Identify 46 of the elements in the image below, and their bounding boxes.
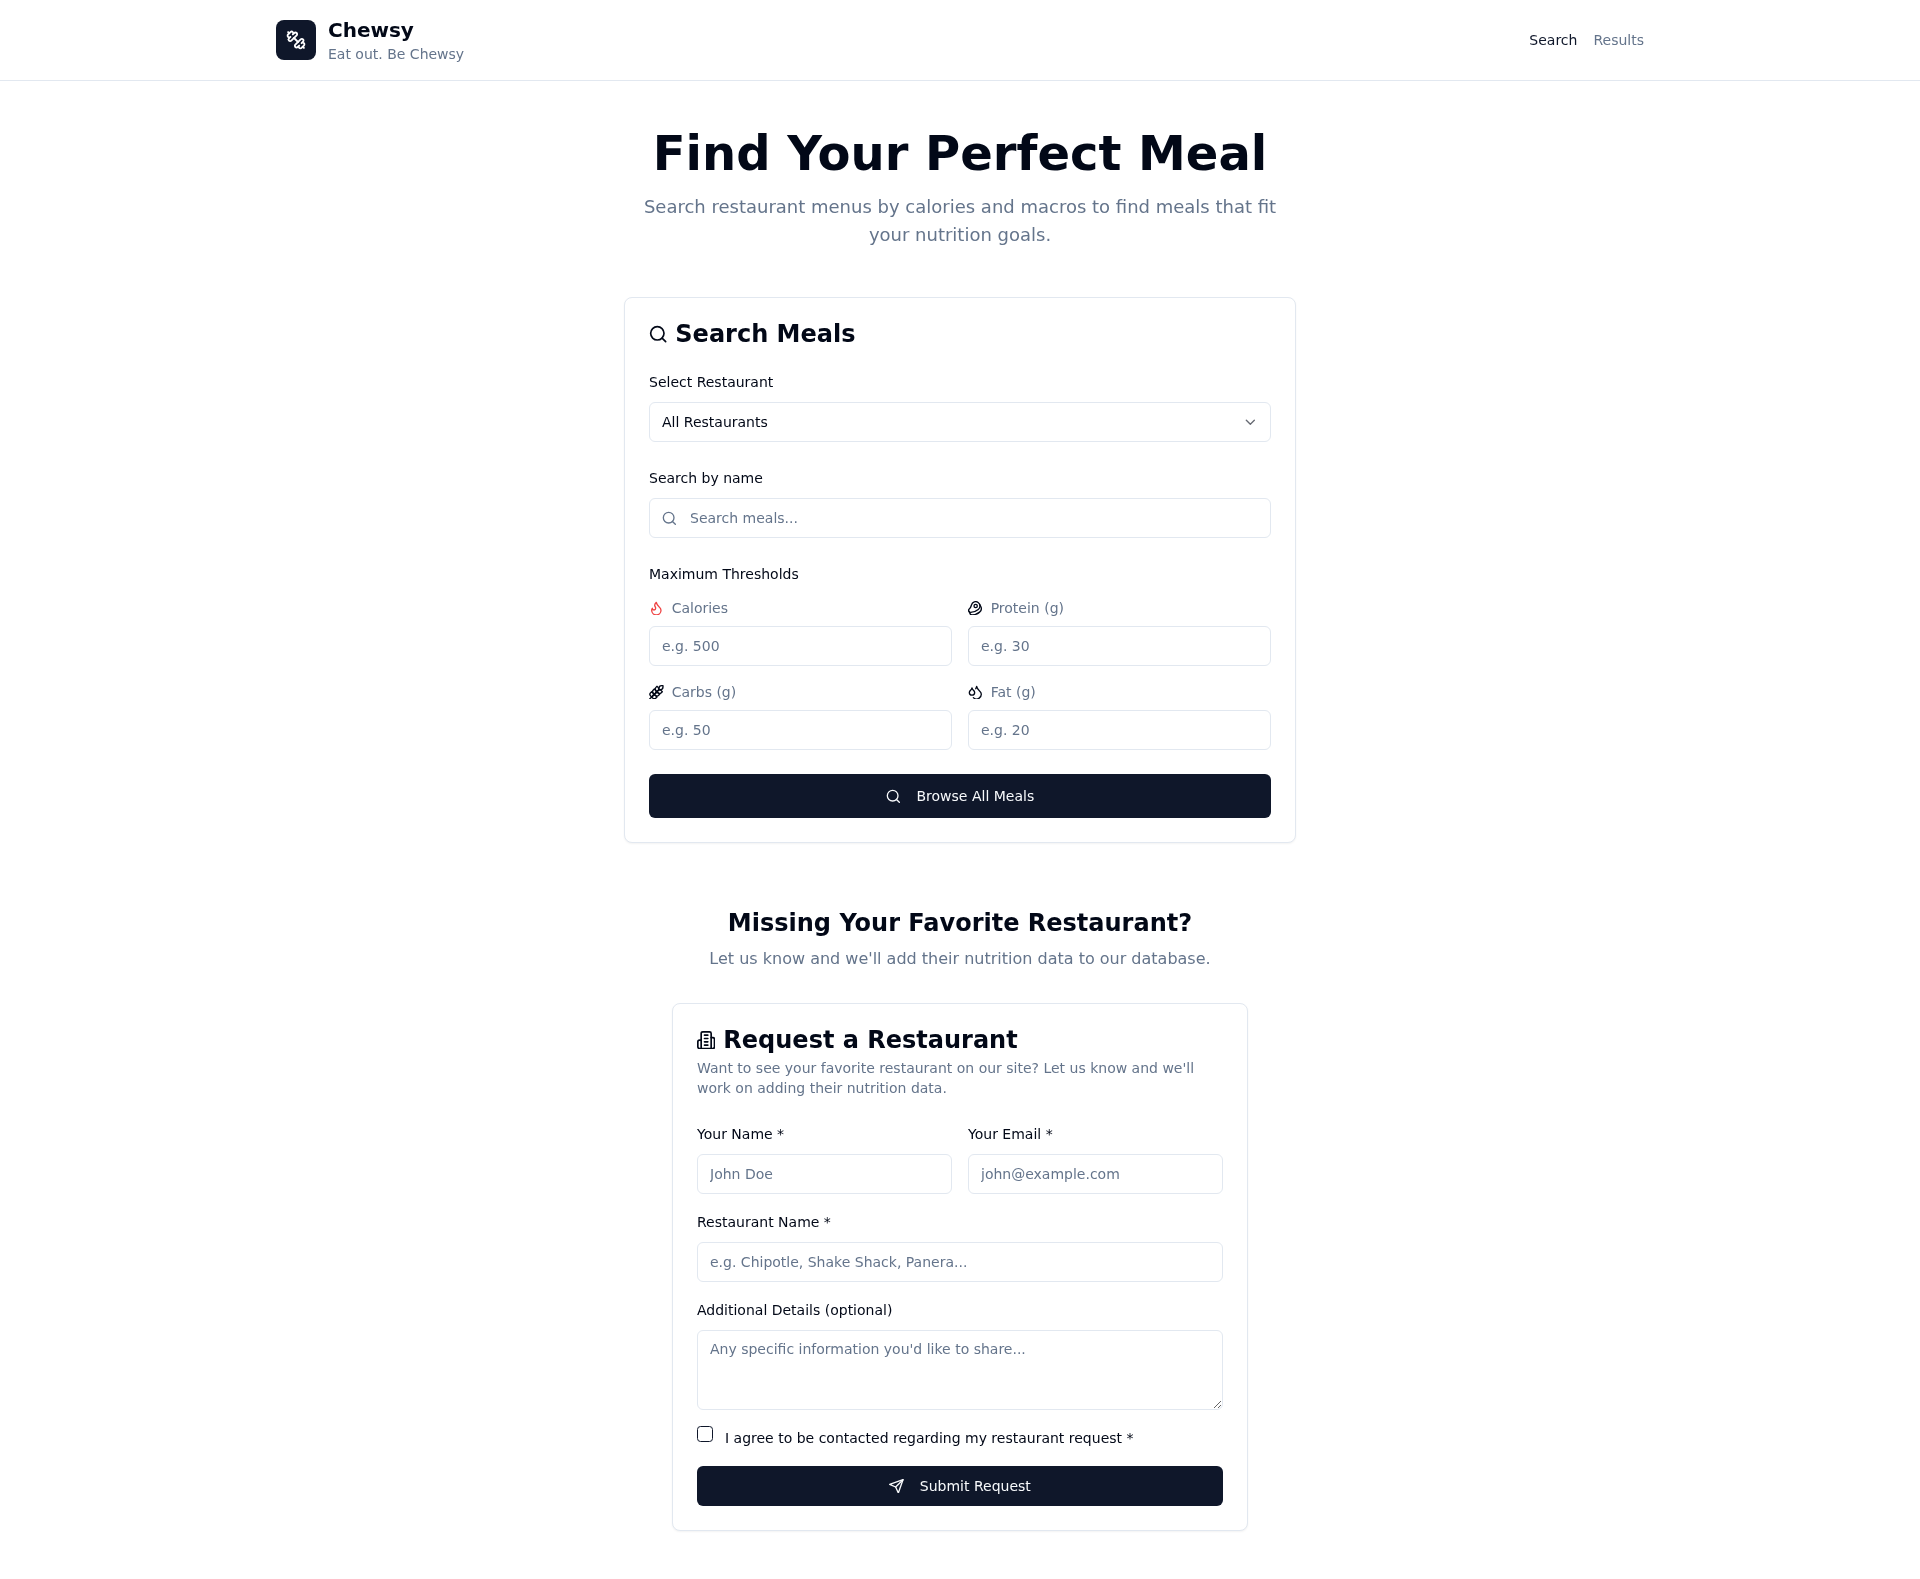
field-label: Select Restaurant bbox=[649, 373, 775, 392]
input-field[interactable]: e.g. 30 bbox=[968, 626, 1271, 666]
input-field[interactable]: e.g. Chipotle, Shake Shack, Panera... bbox=[697, 1242, 1223, 1282]
input-field[interactable]: john@example.com bbox=[968, 1154, 1223, 1194]
field-label: Protein (g) bbox=[990, 599, 1064, 618]
checkbox-label: I agree to be contacted regarding my restaurant request * bbox=[725, 1429, 1134, 1448]
search-icon bbox=[885, 788, 901, 804]
search-icon bbox=[661, 510, 677, 526]
textarea-field[interactable]: Any specific information you'd like to share... bbox=[697, 1330, 1223, 1410]
field-label: Fat (g) bbox=[990, 683, 1036, 702]
field-label: Your Email * bbox=[968, 1125, 1054, 1144]
field-label: Your Name * bbox=[697, 1125, 786, 1144]
send-icon bbox=[889, 1478, 904, 1494]
dumbbell-logo-icon bbox=[276, 20, 316, 60]
page-subtitle: Search restaurant menus by calories and macros to find meals that fit your nutrition goals. bbox=[642, 195, 1278, 247]
wheat-icon bbox=[649, 684, 664, 700]
building-icon bbox=[697, 1030, 716, 1050]
search-icon bbox=[649, 324, 668, 344]
card-title: Search Meals bbox=[675, 322, 856, 346]
meat-icon bbox=[968, 600, 983, 616]
section-label: Maximum Thresholds bbox=[649, 565, 800, 584]
browse-button[interactable]: Browse All Meals bbox=[649, 774, 1271, 818]
field-label: Calories bbox=[671, 599, 729, 618]
input-field[interactable]: e.g. 20 bbox=[968, 710, 1271, 750]
field-label: Search by name bbox=[649, 469, 764, 488]
input-field[interactable]: John Doe bbox=[697, 1154, 952, 1194]
field-label: Restaurant Name * bbox=[697, 1213, 832, 1232]
card-title: Request a Restaurant bbox=[723, 1028, 1018, 1052]
droplets-icon bbox=[968, 684, 983, 700]
section-subtitle: Let us know and we'll add their nutrition data to our database. bbox=[708, 948, 1212, 970]
input-field[interactable]: e.g. 50 bbox=[649, 710, 952, 750]
nav-link[interactable]: Search bbox=[1529, 30, 1578, 50]
submit-button[interactable]: Submit Request bbox=[697, 1466, 1223, 1506]
section-title: Missing Your Favorite Restaurant? bbox=[726, 908, 1194, 939]
field-label: Additional Details (optional) bbox=[697, 1301, 894, 1320]
nav-link[interactable]: Results bbox=[1593, 30, 1644, 50]
brand-tagline: Eat out. Be Chewsy bbox=[328, 45, 465, 64]
brand-name: Chewsy bbox=[328, 17, 415, 44]
page-title: Find Your Perfect Meal bbox=[651, 129, 1269, 177]
field-label: Carbs (g) bbox=[671, 683, 737, 702]
restaurant-select[interactable]: All Restaurants bbox=[649, 402, 1271, 442]
search-field[interactable]: Search meals... bbox=[649, 498, 1271, 538]
card-description: Want to see your favorite restaurant on our site? Let us know and we'll work on adding their nutrition data. bbox=[697, 1059, 1196, 1098]
flame-icon bbox=[649, 600, 664, 616]
consent-checkbox[interactable] bbox=[697, 1426, 713, 1442]
input-field[interactable]: e.g. 500 bbox=[649, 626, 952, 666]
